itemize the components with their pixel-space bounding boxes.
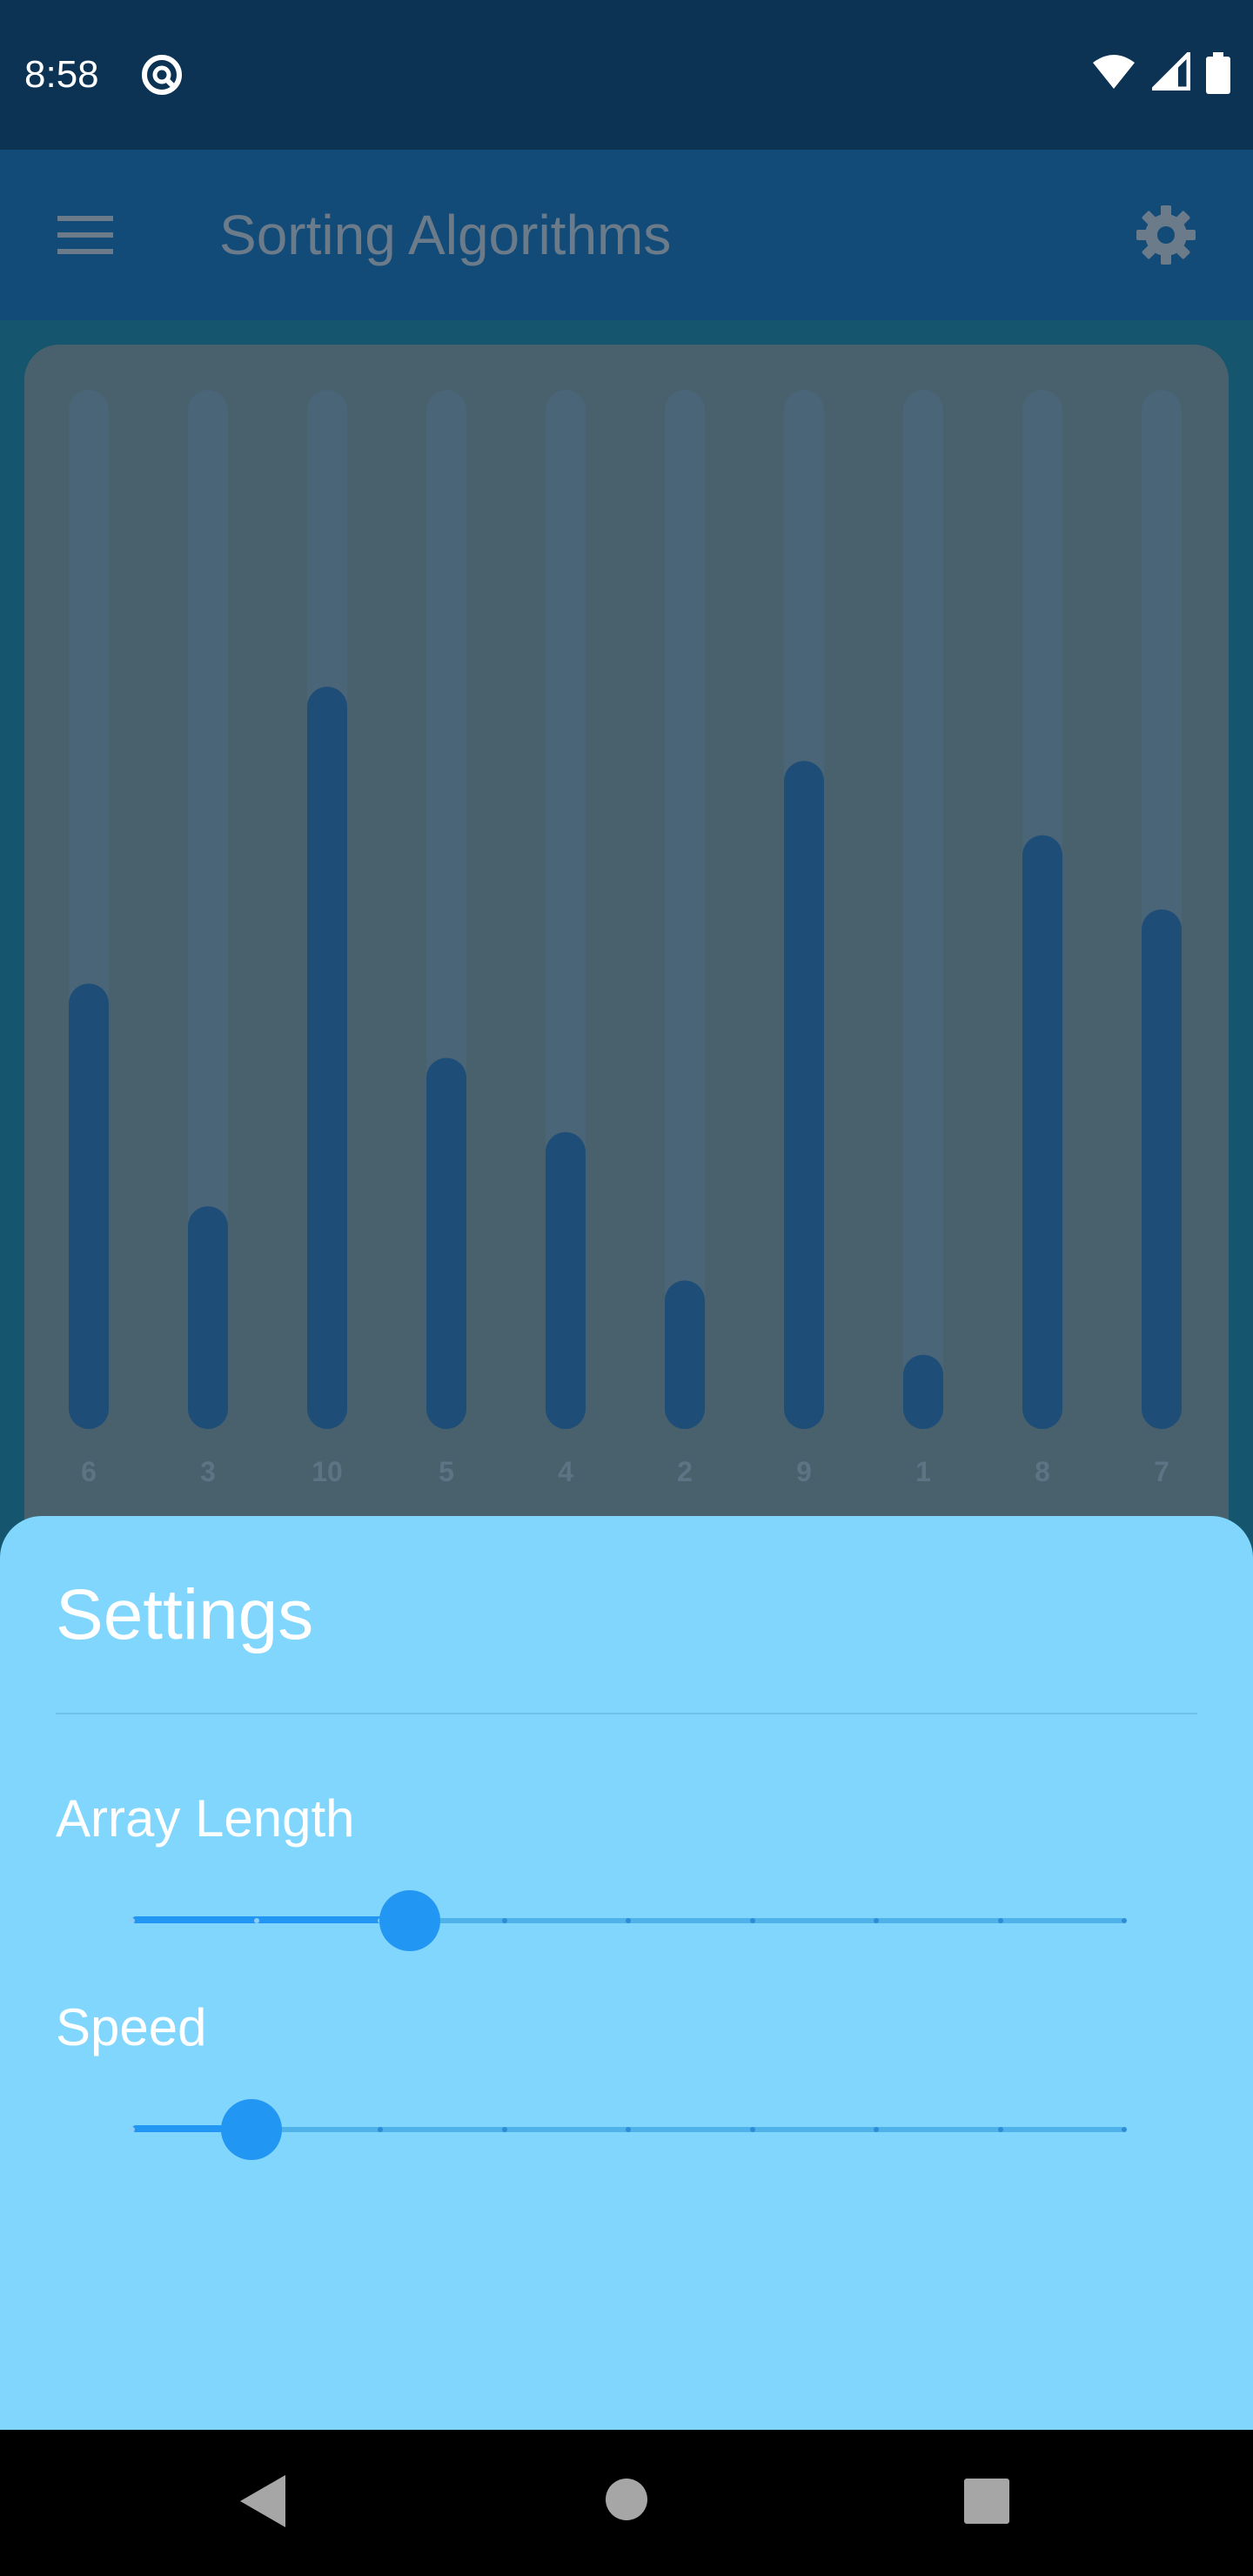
bar-track (903, 390, 943, 1429)
bar-label: 2 (677, 1456, 693, 1487)
slider-tick (749, 2127, 755, 2132)
slider-tick (626, 1918, 631, 1923)
app-title: Sorting Algorithms (219, 204, 672, 266)
bar-9 (784, 761, 824, 1429)
bar-label: 4 (558, 1456, 573, 1487)
bar-label: 5 (439, 1456, 454, 1487)
slider-tick (378, 2127, 383, 2132)
bar-label: 6 (81, 1456, 97, 1487)
status-bar: 8:58 (0, 0, 1253, 150)
slider-tick (253, 1918, 259, 1923)
slider-thumb[interactable] (379, 1890, 441, 1951)
bar-1 (903, 1354, 943, 1429)
bar-label: 10 (312, 1456, 343, 1487)
gear-icon[interactable] (1135, 204, 1197, 266)
slider-thumb[interactable] (220, 2099, 282, 2160)
bar-chart: 6 3 10 5 4 2 9 1 8 7 (69, 390, 1182, 1487)
slider-tick (997, 1918, 1003, 1923)
bar-chart-card: 6 3 10 5 4 2 9 1 8 7 (24, 345, 1229, 1615)
bar-label: 8 (1035, 1456, 1050, 1487)
slider-tick (501, 2127, 507, 2132)
bar-2 (665, 1280, 705, 1429)
slider-tick (626, 2127, 631, 2132)
at-sign-icon (142, 55, 182, 95)
bar-6 (69, 983, 109, 1429)
slider-track-active[interactable] (132, 1916, 411, 1923)
bar-label: 1 (915, 1456, 931, 1487)
bar-4 (546, 1131, 586, 1429)
back-icon[interactable] (237, 2472, 287, 2531)
array-length-label: Array Length (56, 1789, 355, 1848)
slider-tick (130, 2127, 135, 2132)
slider-tick (130, 1918, 135, 1923)
bar-5 (426, 1057, 466, 1429)
speed-slider[interactable] (130, 2094, 1127, 2163)
slider-tick (1122, 2127, 1127, 2132)
hamburger-menu-icon[interactable] (50, 207, 120, 263)
slider-tick (749, 1918, 755, 1923)
slider-tick (874, 1918, 879, 1923)
slider-tick (501, 1918, 507, 1923)
bar-track (665, 390, 705, 1429)
bar-7 (1142, 909, 1182, 1429)
bar-label: 3 (200, 1456, 216, 1487)
settings-sheet: Settings Array Length Speed (0, 1516, 1253, 2430)
home-icon[interactable] (604, 2477, 649, 2522)
bar-label: 9 (796, 1456, 812, 1487)
settings-title: Settings (56, 1575, 314, 1654)
divider (56, 1713, 1197, 1714)
bar-10 (307, 687, 347, 1429)
speed-label: Speed (56, 1998, 207, 2056)
bar-8 (1022, 835, 1062, 1429)
navigation-bar (0, 2430, 1253, 2576)
app-bar: Sorting Algorithms (0, 150, 1253, 320)
slider-tick (874, 2127, 879, 2132)
slider-tick (1122, 1918, 1127, 1923)
bar-label: 7 (1154, 1456, 1169, 1487)
status-time: 8:58 (24, 53, 99, 96)
slider-tick (997, 2127, 1003, 2132)
cell-signal-icon (1152, 52, 1190, 91)
bar-3 (188, 1206, 228, 1429)
content-area: 6 3 10 5 4 2 9 1 8 7 (0, 320, 1253, 1615)
array-length-slider[interactable] (130, 1885, 1127, 1955)
battery-icon (1206, 52, 1230, 94)
recent-apps-icon[interactable] (964, 2479, 1009, 2524)
wifi-icon (1093, 55, 1135, 89)
